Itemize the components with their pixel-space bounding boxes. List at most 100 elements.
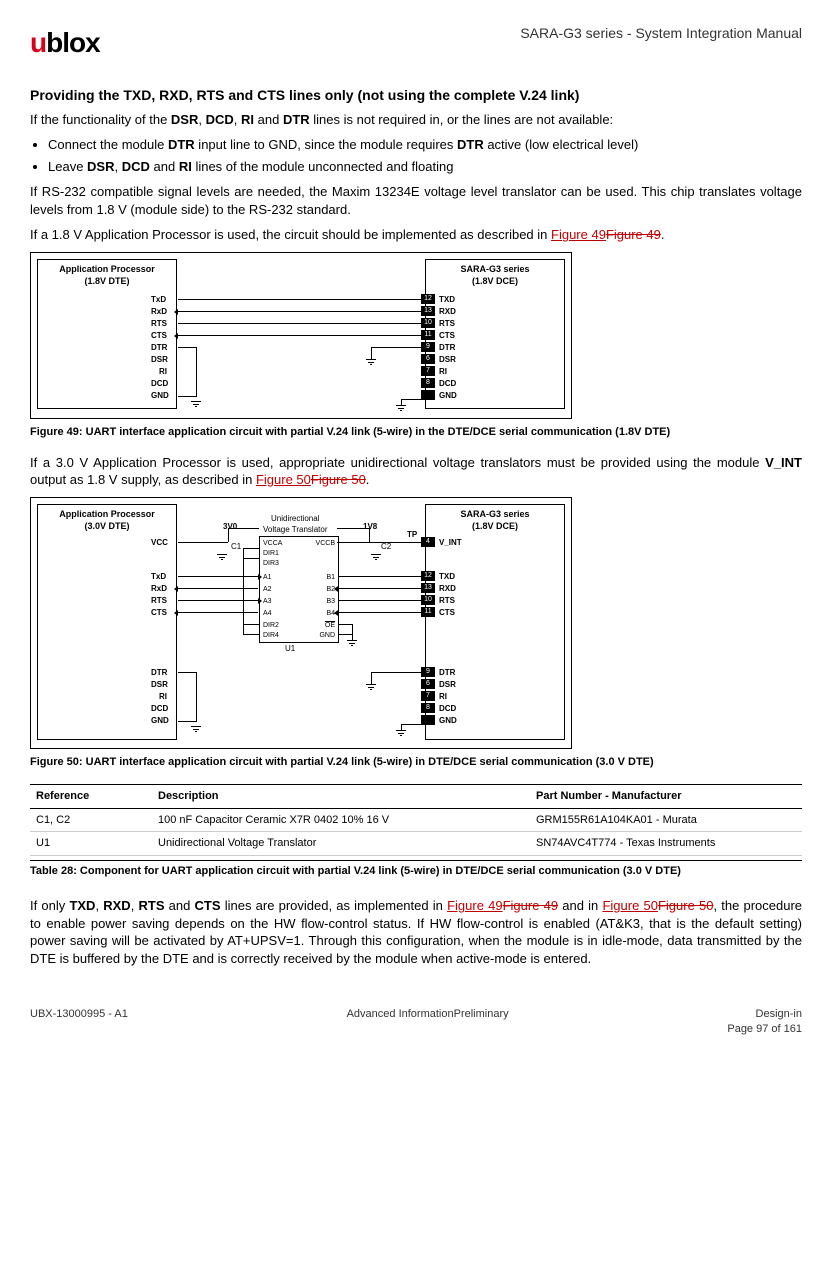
pin-number: 12 <box>421 571 435 581</box>
ap-signal: DSR <box>151 355 168 366</box>
wire <box>371 672 372 684</box>
wire <box>178 323 421 324</box>
table-row: U1 Unidirectional Voltage Translator SN7… <box>30 832 802 856</box>
page-footer: UBX-13000995 - A1 Advanced InformationPr… <box>30 1007 802 1037</box>
chip-pin: DIR1 <box>263 549 279 558</box>
table-cell: U1 <box>30 832 152 856</box>
pin-number <box>421 390 435 400</box>
figure-49-strike: Figure 49 <box>606 227 661 242</box>
pin-number: 6 <box>421 679 435 689</box>
pin-name: RXD <box>439 307 456 318</box>
text-bold: TXD <box>69 898 95 913</box>
ap-signal: DCD <box>151 379 168 390</box>
pin-number: 10 <box>421 318 435 328</box>
ap-signal: TxD <box>151 295 166 306</box>
c1-label: C1 <box>231 542 241 553</box>
wire <box>178 311 421 312</box>
ap-signal: GND <box>151 716 169 727</box>
ap-signal: TxD <box>151 572 166 583</box>
ground-icon <box>396 730 406 739</box>
ap-signal: CTS <box>151 608 167 619</box>
section-heading: Providing the TXD, RXD, RTS and CTS line… <box>30 86 802 105</box>
ground-icon <box>217 554 227 563</box>
table-header: Description <box>152 784 530 808</box>
wire <box>338 612 421 613</box>
footer-right: Design-in Page 97 of 161 <box>727 1007 802 1037</box>
figure-50-caption: Figure 50: UART interface application ci… <box>30 755 802 770</box>
figure-49-link[interactable]: Figure 49 <box>447 898 503 913</box>
sara-title: SARA-G3 series (1.8V DCE) <box>430 263 560 287</box>
table-cell: C1, C2 <box>30 808 152 832</box>
text-run: If a 1.8 V Application Processor is used… <box>30 227 551 242</box>
rs232-paragraph: If RS-232 compatible signal levels are n… <box>30 183 802 218</box>
figure-50-strike: Figure 50 <box>658 898 714 913</box>
chip-pin: B3 <box>326 597 335 606</box>
pin-name: DCD <box>439 704 456 715</box>
pin-number: 8 <box>421 378 435 388</box>
text-run: and in <box>558 898 602 913</box>
footer-center: Advanced InformationPreliminary <box>347 1007 509 1037</box>
wire <box>338 600 421 601</box>
pin-name: TXD <box>439 295 455 306</box>
wire <box>337 542 421 543</box>
figure-49-caption: Figure 49: UART interface application ci… <box>30 425 802 440</box>
ap-signal: CTS <box>151 331 167 342</box>
wire <box>401 724 421 725</box>
ap-signal: RI <box>159 692 167 703</box>
pin-name: RXD <box>439 584 456 595</box>
wire <box>338 588 421 589</box>
pin-name: DTR <box>439 668 455 679</box>
wire <box>178 612 258 613</box>
table-header: Part Number - Manufacturer <box>530 784 802 808</box>
pin-name: DCD <box>439 379 456 390</box>
wire <box>228 528 259 529</box>
ap-signal: DTR <box>151 343 167 354</box>
text-bold: V_INT <box>765 455 802 470</box>
figure-50-link[interactable]: Figure 50 <box>256 472 311 487</box>
figure-50-diagram: Application Processor (3.0V DTE) SARA-G3… <box>30 497 802 749</box>
ground-icon <box>396 405 406 414</box>
list-item: Connect the module DTR input line to GND… <box>48 136 802 154</box>
wire <box>178 347 196 348</box>
text-bold: CTS <box>195 898 221 913</box>
bullet-list: Connect the module DTR input line to GND… <box>48 136 802 175</box>
wire <box>401 399 421 400</box>
pin-name: GND <box>439 391 457 402</box>
text-run: lines are provided, as implemented in <box>221 898 448 913</box>
pin-number <box>421 715 435 725</box>
table-row: C1, C2 100 nF Capacitor Ceramic X7R 0402… <box>30 808 802 832</box>
wire <box>243 548 259 549</box>
wire <box>228 528 229 542</box>
chip-pin: OE <box>325 621 335 630</box>
wire <box>178 588 258 589</box>
pin-number: 11 <box>421 330 435 340</box>
figure-50-link[interactable]: Figure 50 <box>602 898 658 913</box>
text-run: and <box>164 898 194 913</box>
figure-49-link[interactable]: Figure 49 <box>551 227 606 242</box>
wire <box>371 347 421 348</box>
wire <box>369 528 370 542</box>
fig50-lead-paragraph: If a 3.0 V Application Processor is used… <box>30 454 802 489</box>
chip-pin: A2 <box>263 585 272 594</box>
wire <box>243 558 259 559</box>
c2-label: C2 <box>381 542 391 553</box>
table-cell: GRM155R61A104KA01 - Murata <box>530 808 802 832</box>
wire <box>178 721 196 722</box>
pin-number: 13 <box>421 583 435 593</box>
wire <box>196 672 197 722</box>
chip-pin: A3 <box>263 597 272 606</box>
wire <box>243 548 244 634</box>
ublox-logo: ublox <box>30 24 100 62</box>
components-table: Reference Description Part Number - Manu… <box>30 784 802 857</box>
wire <box>371 347 372 359</box>
pin-number: 7 <box>421 366 435 376</box>
pin-number: 12 <box>421 294 435 304</box>
pin-number: 11 <box>421 607 435 617</box>
ap-signal: RxD <box>151 584 167 595</box>
u1-label: U1 <box>285 644 295 655</box>
wire <box>178 542 228 543</box>
wire <box>243 634 259 635</box>
text-run: If only <box>30 898 69 913</box>
intro-paragraph: If the functionality of the DSR, DCD, RI… <box>30 111 802 129</box>
page-header: ublox SARA-G3 series - System Integratio… <box>30 24 802 62</box>
